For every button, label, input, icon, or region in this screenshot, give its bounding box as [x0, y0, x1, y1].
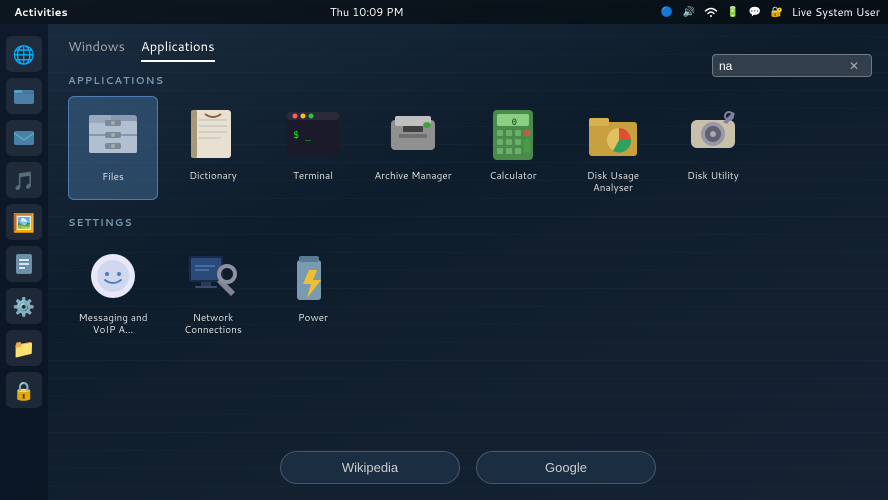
sidebar-icon-folder[interactable]	[6, 78, 42, 114]
app-disk-utility-label: Disk Utility	[687, 170, 739, 182]
files-icon	[81, 103, 145, 167]
svg-text:$ _: $ _	[293, 130, 312, 141]
settings-grid: Messaging and VoIP A... N	[68, 238, 868, 342]
main-content: Windows Applications ✕ APPLICATIONS	[48, 24, 888, 500]
terminal-icon: $ _	[281, 102, 345, 166]
lock-icon[interactable]: 🔐	[770, 5, 784, 19]
messaging-icon	[81, 244, 145, 308]
app-files-label: Files	[102, 171, 124, 183]
app-disk-usage[interactable]: Disk Usage Analyser	[568, 96, 658, 200]
user-label[interactable]: Live System User	[792, 4, 880, 20]
wikipedia-button[interactable]: Wikipedia	[280, 451, 460, 484]
activities-button[interactable]: Activities	[8, 4, 74, 20]
network-icon[interactable]	[704, 5, 718, 19]
battery-icon[interactable]: 🔋	[726, 5, 740, 19]
app-calculator[interactable]: 0 Calculator	[468, 96, 558, 200]
search-clear-icon[interactable]: ✕	[849, 57, 859, 74]
sidebar-icon-globe[interactable]: 🌐	[6, 36, 42, 72]
svg-text:0: 0	[512, 118, 517, 128]
applications-grid: Files Dictionary	[68, 96, 868, 200]
app-calculator-label: Calculator	[489, 170, 536, 182]
disk-usage-icon	[581, 102, 645, 166]
app-archive[interactable]: Archive Manager	[368, 96, 458, 200]
app-network[interactable]: Network Connections	[168, 238, 258, 342]
disk-utility-icon	[681, 102, 745, 166]
app-archive-label: Archive Manager	[374, 170, 451, 182]
topbar: Activities Thu 10:09 PM 🔵 🔊 🔋 💬 🔐 Live S…	[0, 0, 888, 24]
topbar-left: Activities	[8, 4, 74, 20]
app-messaging[interactable]: Messaging and VoIP A...	[68, 238, 158, 342]
app-terminal-label: Terminal	[293, 170, 333, 182]
sidebar-icon-notes[interactable]	[6, 246, 42, 282]
app-messaging-label: Messaging and VoIP A...	[74, 312, 152, 336]
tab-windows[interactable]: Windows	[68, 34, 125, 62]
sidebar-icon-lock[interactable]: 🔒	[6, 372, 42, 408]
sidebar-icon-email[interactable]	[6, 120, 42, 156]
message-icon[interactable]: 💬	[748, 5, 762, 19]
app-terminal[interactable]: $ _ Terminal	[268, 96, 358, 200]
sidebar-icon-files[interactable]: 📁	[6, 330, 42, 366]
bluetooth-icon: 🔵	[660, 5, 674, 19]
archive-icon	[381, 102, 445, 166]
calculator-icon: 0	[481, 102, 545, 166]
app-network-label: Network Connections	[174, 312, 252, 336]
app-dictionary[interactable]: Dictionary	[168, 96, 258, 200]
app-files[interactable]: Files	[68, 96, 158, 200]
settings-section-label: SETTINGS	[68, 216, 868, 230]
sidebar-icon-music[interactable]: 🎵	[6, 162, 42, 198]
tab-applications[interactable]: Applications	[141, 34, 215, 62]
app-disk-usage-label: Disk Usage Analyser	[574, 170, 652, 194]
bottom-bar: Wikipedia Google	[48, 451, 888, 484]
sidebar-icon-settings[interactable]: ⚙️	[6, 288, 42, 324]
dictionary-icon	[181, 102, 245, 166]
power-icon	[281, 244, 345, 308]
search-input[interactable]	[719, 59, 849, 73]
volume-icon[interactable]: 🔊	[682, 5, 696, 19]
app-disk-utility[interactable]: Disk Utility	[668, 96, 758, 200]
app-dictionary-label: Dictionary	[189, 170, 237, 182]
network-icon-app	[181, 244, 245, 308]
sidebar-icon-image[interactable]: 🖼️	[6, 204, 42, 240]
app-power[interactable]: Power	[268, 238, 358, 342]
google-button[interactable]: Google	[476, 451, 656, 484]
topbar-clock: Thu 10:09 PM	[330, 4, 404, 20]
search-bar: ✕	[712, 54, 872, 77]
app-power-label: Power	[298, 312, 328, 324]
topbar-right: 🔵 🔊 🔋 💬 🔐 Live System User	[660, 4, 880, 20]
sidebar: 🌐 🎵 🖼️ ⚙️ 📁 🔒	[0, 24, 48, 500]
